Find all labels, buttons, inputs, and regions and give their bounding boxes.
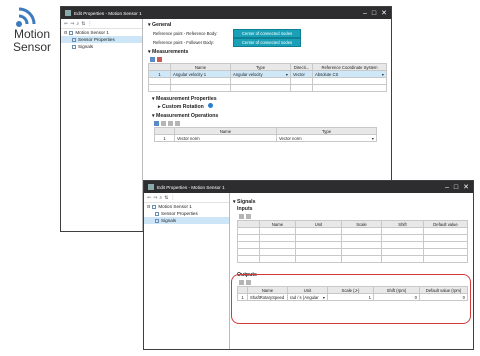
tree-toolbar: ⇐ ⇒ ⌕ ⇅ ⋮ (61, 19, 142, 29)
delete-measurement-icon[interactable] (157, 57, 162, 62)
sort-icon[interactable]: ⇅ (81, 21, 85, 27)
tree-item-sensor-properties[interactable]: Sensor Properties (61, 36, 142, 43)
operations-table: Name Type 1 Vector norm Vector norm ▾ (154, 127, 377, 142)
ref-point-reference-label: Reference point - Reference Body: (153, 31, 218, 36)
minimize-icon[interactable]: – (445, 184, 449, 191)
in-col-scale[interactable]: Scale (341, 220, 382, 228)
add-operation-icon[interactable] (154, 121, 159, 126)
ref-point-follower-label: Reference point - Follower Body: (153, 40, 214, 45)
info-icon[interactable] (207, 103, 213, 108)
back-icon[interactable]: ⇐ (147, 195, 151, 201)
maximize-icon[interactable]: □ (372, 10, 376, 17)
window-1-titlebar[interactable]: Edit Properties - Motion Sensor 1 – □ ✕ (61, 7, 391, 19)
inputs-table: Name Unit Scale Shift Default value (237, 220, 468, 263)
measurement-properties-header[interactable]: ▾ Measurement Properties (144, 96, 391, 103)
measurements-header[interactable]: ▾ Measurements (144, 49, 391, 56)
measurement-type-dropdown[interactable]: Angular velocity ▾ (230, 70, 291, 78)
tree-panel: ⇐ ⇒ ⌕ ⇅ ⋮ ⊟ Motion Sensor 1 Sensor Prope… (61, 19, 143, 231)
collapse-icon[interactable]: ⊟ (64, 29, 67, 36)
move-up-icon[interactable] (168, 121, 173, 126)
general-header[interactable]: ▾ General (144, 22, 391, 29)
measurement-name-cell[interactable]: Angular velocity 1 (170, 70, 231, 78)
tree-item-motion-sensor[interactable]: ⊟ Motion Sensor 1 (144, 203, 229, 210)
motion-sensor-logo: Motion Sensor (6, 6, 58, 54)
signals-content: ▾ Signals Inputs Name Unit Scale Shift D… (231, 193, 473, 349)
close-icon[interactable]: ✕ (463, 184, 469, 191)
custom-rotation-header[interactable]: ▸ Custom Rotation (144, 103, 391, 110)
measurements-table: Name Type Directi... Reference Coordinat… (148, 63, 387, 92)
operation-name-cell[interactable]: Vector norm (174, 134, 277, 142)
table-row[interactable]: 1 Vector norm Vector norm ▾ (154, 134, 377, 142)
expand-icon[interactable]: ⋮ (87, 21, 92, 27)
measurements-toolbar (144, 56, 391, 63)
signals-header[interactable]: ▾ Signals (231, 199, 473, 206)
search-icon[interactable]: ⌕ (159, 195, 162, 201)
move-down-icon[interactable] (175, 121, 180, 126)
expand-icon[interactable]: ⋮ (170, 195, 175, 201)
tree-item-motion-sensor[interactable]: ⊟ Motion Sensor 1 (61, 29, 142, 36)
tree-item-signals[interactable]: Signals (144, 217, 229, 224)
close-icon[interactable]: ✕ (381, 10, 387, 17)
signals-icon (72, 44, 76, 49)
add-input-icon[interactable] (239, 214, 244, 219)
window-2-title: Edit Properties - Motion Sensor 1 (157, 184, 225, 190)
col-ref-cs[interactable]: Reference Coordinate System (312, 63, 387, 71)
in-col-default[interactable]: Default value (423, 220, 468, 228)
col-direction[interactable]: Directi... (290, 63, 313, 71)
add-measurement-icon[interactable] (150, 57, 155, 62)
minimize-icon[interactable]: – (363, 10, 367, 17)
tree-toolbar: ⇐ ⇒ ⌕ ⇅ ⋮ (144, 193, 229, 203)
op-col-type[interactable]: Type (276, 127, 377, 135)
col-name[interactable]: Name (170, 63, 231, 71)
search-icon[interactable]: ⌕ (76, 21, 79, 27)
window-2-titlebar[interactable]: Edit Properties - Motion Sensor 1 – □ ✕ (144, 181, 473, 193)
edit-properties-window-2: Edit Properties - Motion Sensor 1 – □ ✕ … (143, 180, 474, 350)
maximize-icon[interactable]: □ (454, 184, 458, 191)
tree-item-sensor-properties[interactable]: Sensor Properties (144, 210, 229, 217)
forward-icon[interactable]: ⇒ (70, 21, 74, 27)
sensor-icon (69, 30, 74, 35)
op-col-name[interactable]: Name (174, 127, 277, 135)
logo-line2: Sensor (12, 40, 52, 54)
col-type[interactable]: Type (230, 63, 291, 71)
collapse-icon[interactable]: ⊟ (147, 203, 150, 210)
delete-operation-icon[interactable] (161, 121, 166, 126)
in-col-name[interactable]: Name (259, 220, 296, 228)
reference-body-point-button[interactable]: Center of connected nodes (233, 29, 301, 38)
follower-body-point-button[interactable]: Center of connected nodes (233, 38, 301, 47)
outputs-highlight (231, 274, 471, 324)
properties-icon (72, 37, 76, 42)
measurement-ref-dropdown[interactable]: Absolute CS ▾ (312, 70, 387, 78)
app-icon (65, 10, 71, 16)
in-col-shift[interactable]: Shift (381, 220, 424, 228)
back-icon[interactable]: ⇐ (64, 21, 68, 27)
tree-panel: ⇐ ⇒ ⌕ ⇅ ⋮ ⊟ Motion Sensor 1 Sensor Prope… (144, 193, 230, 349)
inputs-toolbar (231, 213, 473, 220)
table-row[interactable]: 1 Angular velocity 1 Angular velocity ▾ V… (148, 70, 387, 78)
operation-type-dropdown[interactable]: Vector norm ▾ (276, 134, 377, 142)
app-icon (148, 184, 154, 190)
forward-icon[interactable]: ⇒ (153, 195, 157, 201)
measurement-operations-header[interactable]: ▾ Measurement Operations (144, 113, 391, 120)
tree-item-signals[interactable]: Signals (61, 43, 142, 50)
wifi-icon (16, 7, 36, 27)
in-col-unit[interactable]: Unit (295, 220, 342, 228)
inputs-header: Inputs (237, 206, 253, 212)
properties-icon (155, 211, 159, 216)
measurement-direction-cell[interactable]: Vector (290, 70, 313, 78)
delete-input-icon[interactable] (246, 214, 251, 219)
operations-toolbar (144, 120, 391, 127)
signals-icon (155, 218, 159, 223)
sort-icon[interactable]: ⇅ (164, 195, 168, 201)
window-1-title: Edit Properties - Motion Sensor 1 (74, 10, 142, 16)
sensor-icon (152, 204, 157, 209)
